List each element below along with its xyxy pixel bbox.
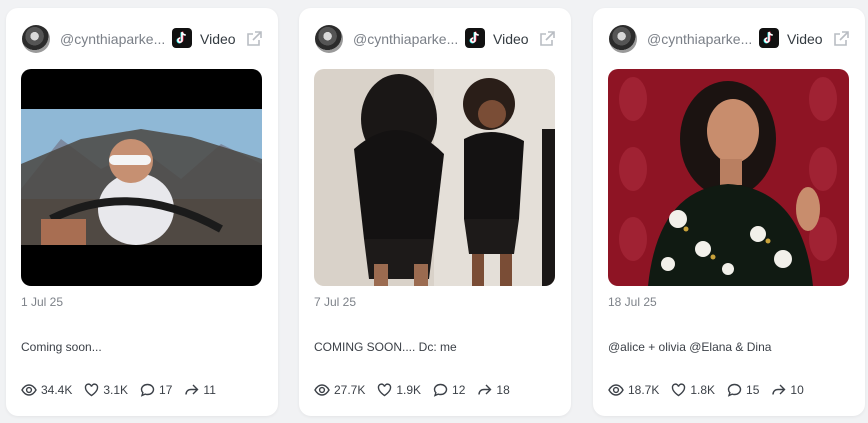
engagement-stats: 18.7K 1.8K 15 10 xyxy=(608,383,816,397)
likes-count: 1.8K xyxy=(690,383,716,397)
shares-count: 11 xyxy=(203,383,216,397)
avatar[interactable] xyxy=(609,25,637,53)
card-header: @cynthiaparke... Video xyxy=(609,24,853,54)
views-count: 27.7K xyxy=(334,383,366,397)
eye-icon xyxy=(21,384,37,396)
shares-stat: 18 xyxy=(477,383,510,397)
likes-stat: 3.1K xyxy=(84,383,128,397)
external-link-icon[interactable] xyxy=(244,29,264,49)
engagement-stats: 27.7K 1.9K 12 18 xyxy=(314,383,522,397)
share-icon xyxy=(772,384,786,395)
likes-stat: 1.8K xyxy=(671,383,715,397)
likes-count: 1.9K xyxy=(396,383,422,397)
shares-stat: 10 xyxy=(771,383,804,397)
comment-icon xyxy=(433,383,448,397)
likes-stat: 1.9K xyxy=(377,383,421,397)
share-icon xyxy=(185,384,199,395)
video-thumbnail[interactable] xyxy=(21,69,262,286)
eye-icon xyxy=(314,384,330,396)
post-caption: @alice + olivia @Elana & Dina xyxy=(608,340,772,354)
video-thumbnail[interactable] xyxy=(314,69,555,286)
post-caption: Coming soon... xyxy=(21,340,102,354)
comments-count: 12 xyxy=(452,383,466,397)
share-icon xyxy=(478,384,492,395)
engagement-stats: 34.4K 3.1K 17 11 xyxy=(21,383,228,397)
avatar[interactable] xyxy=(315,25,343,53)
views-count: 34.4K xyxy=(41,383,73,397)
username[interactable]: @cynthiaparke... xyxy=(647,31,757,47)
username[interactable]: @cynthiaparke... xyxy=(60,31,170,47)
post-date: 1 Jul 25 xyxy=(21,295,64,309)
comment-icon xyxy=(140,383,155,397)
post-date: 18 Jul 25 xyxy=(608,295,657,309)
card-header: @cynthiaparke... Video xyxy=(315,24,559,54)
tiktok-icon xyxy=(465,28,485,48)
post-caption: COMING SOON.... Dc: me xyxy=(314,340,457,354)
views-stat: 27.7K xyxy=(314,383,365,397)
tiktok-icon xyxy=(172,28,192,48)
comments-stat: 17 xyxy=(140,383,172,397)
post-card[interactable]: @cynthiaparke... Video 1 Jul 25 Coming s… xyxy=(6,8,278,416)
eye-icon xyxy=(608,384,624,396)
external-link-icon[interactable] xyxy=(831,29,851,49)
post-type-label: Video xyxy=(493,31,529,47)
views-count: 18.7K xyxy=(628,383,660,397)
post-card[interactable]: @cynthiaparke... Video 7 Jul 25 COMING S… xyxy=(299,8,571,416)
avatar[interactable] xyxy=(22,25,50,53)
video-thumbnail[interactable] xyxy=(608,69,849,286)
views-stat: 18.7K xyxy=(608,383,659,397)
post-card[interactable]: @cynthiaparke... Video 18 Jul 25 @alice … xyxy=(593,8,865,416)
post-date: 7 Jul 25 xyxy=(314,295,357,309)
heart-icon xyxy=(85,383,99,397)
username[interactable]: @cynthiaparke... xyxy=(353,31,463,47)
post-type-label: Video xyxy=(787,31,823,47)
comment-icon xyxy=(727,383,742,397)
views-stat: 34.4K xyxy=(21,383,72,397)
heart-icon xyxy=(672,383,686,397)
tiktok-icon xyxy=(759,28,779,48)
shares-count: 10 xyxy=(790,383,804,397)
comments-stat: 15 xyxy=(727,383,759,397)
shares-count: 18 xyxy=(496,383,510,397)
likes-count: 3.1K xyxy=(103,383,129,397)
post-type-label: Video xyxy=(200,31,236,47)
heart-icon xyxy=(378,383,392,397)
comments-count: 17 xyxy=(159,383,173,397)
card-header: @cynthiaparke... Video xyxy=(22,24,266,54)
external-link-icon[interactable] xyxy=(537,29,557,49)
comments-count: 15 xyxy=(746,383,760,397)
shares-stat: 11 xyxy=(184,383,216,397)
comments-stat: 12 xyxy=(433,383,465,397)
